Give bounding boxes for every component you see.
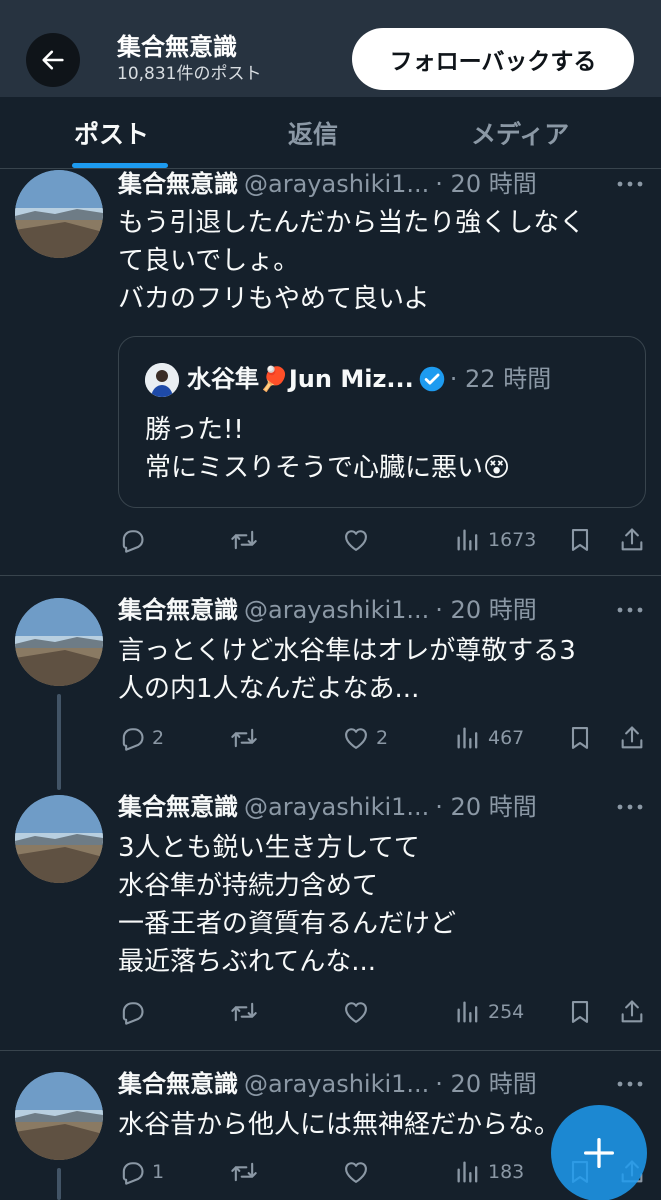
- retweet-button[interactable]: [230, 524, 264, 556]
- views-chart-icon: [454, 526, 482, 554]
- quoted-post[interactable]: 水谷隼🏓Jun Miz... · 22 時間 勝った!! 常にミスりそうで心臓に悪…: [118, 336, 646, 508]
- avatar[interactable]: [15, 1072, 103, 1160]
- post-text: もう引退したんだから当たり強くしなく て良いでしょ。 バカのフリもやめて良いよ: [118, 208, 586, 314]
- profile-header: 集合無意識 10,831件のポスト フォローバックする: [0, 0, 661, 97]
- post[interactable]: 集合無意識 @arayashiki1... · 20 時間 もう引退したんだから当た…: [0, 170, 661, 576]
- retweet-icon: [230, 724, 258, 752]
- avatar[interactable]: [15, 170, 103, 258]
- bookmark-icon: [566, 526, 594, 554]
- like-button[interactable]: [342, 1156, 376, 1188]
- post-time[interactable]: · 20 時間: [435, 596, 536, 624]
- more-icon[interactable]: [616, 797, 644, 817]
- avatar[interactable]: [15, 795, 103, 883]
- views-chart-icon: [454, 998, 482, 1026]
- post-meta: 集合無意識 @arayashiki1... · 20 時間: [118, 596, 537, 624]
- post-actions: 2 2 467: [118, 722, 648, 754]
- tab-replies[interactable]: 返信: [288, 115, 338, 151]
- bookmark-button[interactable]: [566, 722, 594, 754]
- post-author-handle[interactable]: @arayashiki1...: [244, 1070, 429, 1098]
- reply-icon: [118, 526, 146, 554]
- retweet-icon: [230, 1158, 258, 1186]
- post[interactable]: 集合無意識 @arayashiki1... · 20 時間 3人とも鋭い生き方してて…: [0, 793, 661, 1051]
- views-button[interactable]: 254: [454, 996, 524, 1028]
- share-icon: [618, 526, 646, 554]
- bookmark-icon: [566, 724, 594, 752]
- verified-badge-icon: [419, 366, 445, 392]
- bookmark-button[interactable]: [566, 996, 594, 1028]
- views-button[interactable]: 183: [454, 1156, 524, 1188]
- reply-icon: [118, 998, 146, 1026]
- share-icon: [618, 998, 646, 1026]
- post-author-name[interactable]: 集合無意識: [118, 793, 238, 821]
- views-chart-icon: [454, 1158, 482, 1186]
- post-time[interactable]: · 20 時間: [435, 170, 536, 198]
- more-icon[interactable]: [616, 1074, 644, 1094]
- quote-time: · 22 時間: [449, 365, 552, 393]
- like-button[interactable]: [342, 524, 376, 556]
- share-button[interactable]: [618, 996, 646, 1028]
- like-button[interactable]: [342, 996, 376, 1028]
- bookmark-icon: [566, 998, 594, 1026]
- avatar[interactable]: [15, 598, 103, 686]
- quote-text: 勝った!! 常にミスりそうで心臓に悪い😵: [145, 415, 511, 483]
- reply-button[interactable]: [118, 524, 152, 556]
- post-author-name[interactable]: 集合無意識: [118, 1070, 238, 1098]
- post-meta: 集合無意識 @arayashiki1... · 20 時間: [118, 793, 537, 821]
- retweet-icon: [230, 526, 258, 554]
- follow-back-button[interactable]: フォローバックする: [352, 28, 634, 90]
- reply-icon: [118, 1158, 146, 1186]
- more-icon[interactable]: [616, 600, 644, 620]
- tab-media[interactable]: メディア: [471, 115, 569, 151]
- post-author-handle[interactable]: @arayashiki1...: [244, 596, 429, 624]
- back-button[interactable]: [26, 33, 80, 87]
- post-count: 10,831件のポスト: [117, 64, 262, 84]
- post-actions: 254: [118, 996, 648, 1028]
- heart-icon: [342, 1158, 370, 1186]
- views-button[interactable]: 1673: [454, 524, 536, 556]
- share-button[interactable]: [618, 722, 646, 754]
- heart-icon: [342, 724, 370, 752]
- arrow-left-icon: [42, 50, 64, 70]
- bookmark-button[interactable]: [566, 524, 594, 556]
- post-actions: 1673: [118, 524, 648, 556]
- reply-button[interactable]: 2: [118, 722, 164, 754]
- reply-button[interactable]: [118, 996, 152, 1028]
- thread-line: [57, 694, 61, 790]
- post-text: 言っとくけど水谷隼はオレが尊敬する3 人の内1人なんだよなあ...: [118, 636, 576, 704]
- retweet-button[interactable]: [230, 1156, 264, 1188]
- post-author-name[interactable]: 集合無意識: [118, 170, 238, 198]
- thread-line: [57, 1168, 61, 1200]
- more-icon[interactable]: [616, 174, 644, 194]
- like-button[interactable]: 2: [342, 722, 388, 754]
- post-author-handle[interactable]: @arayashiki1...: [244, 170, 429, 198]
- heart-icon: [342, 998, 370, 1026]
- views-chart-icon: [454, 724, 482, 752]
- post-author-name[interactable]: 集合無意識: [118, 596, 238, 624]
- heart-icon: [342, 526, 370, 554]
- quote-avatar: [145, 363, 179, 397]
- active-tab-indicator: [72, 163, 168, 168]
- reply-icon: [118, 724, 146, 752]
- post-meta: 集合無意識 @arayashiki1... · 20 時間: [118, 1070, 537, 1098]
- post-meta: 集合無意識 @arayashiki1... · 20 時間: [118, 170, 537, 198]
- retweet-icon: [230, 998, 258, 1026]
- post-time[interactable]: · 20 時間: [435, 1070, 536, 1098]
- retweet-button[interactable]: [230, 996, 264, 1028]
- tab-posts[interactable]: ポスト: [74, 115, 149, 151]
- quote-meta: 水谷隼🏓Jun Miz... · 22 時間: [187, 363, 551, 395]
- post[interactable]: 集合無意識 @arayashiki1... · 20 時間 言っとくけど水谷隼はオレ…: [0, 596, 661, 791]
- post-author-handle[interactable]: @arayashiki1...: [244, 793, 429, 821]
- reply-button[interactable]: 1: [118, 1156, 164, 1188]
- post-time[interactable]: · 20 時間: [435, 793, 536, 821]
- post-text: 3人とも鋭い生き方してて 水谷隼が持続力含めて 一番王者の資質有るんだけど 最近…: [118, 833, 457, 977]
- retweet-button[interactable]: [230, 722, 264, 754]
- profile-name: 集合無意識: [117, 33, 237, 61]
- share-icon: [618, 724, 646, 752]
- plus-icon: [584, 1138, 614, 1168]
- share-button[interactable]: [618, 524, 646, 556]
- views-button[interactable]: 467: [454, 722, 524, 754]
- profile-tabs: ポスト 返信 メディア: [0, 97, 661, 169]
- quote-author-name: 水谷隼🏓Jun Miz...: [187, 365, 414, 393]
- compose-button[interactable]: [551, 1105, 647, 1200]
